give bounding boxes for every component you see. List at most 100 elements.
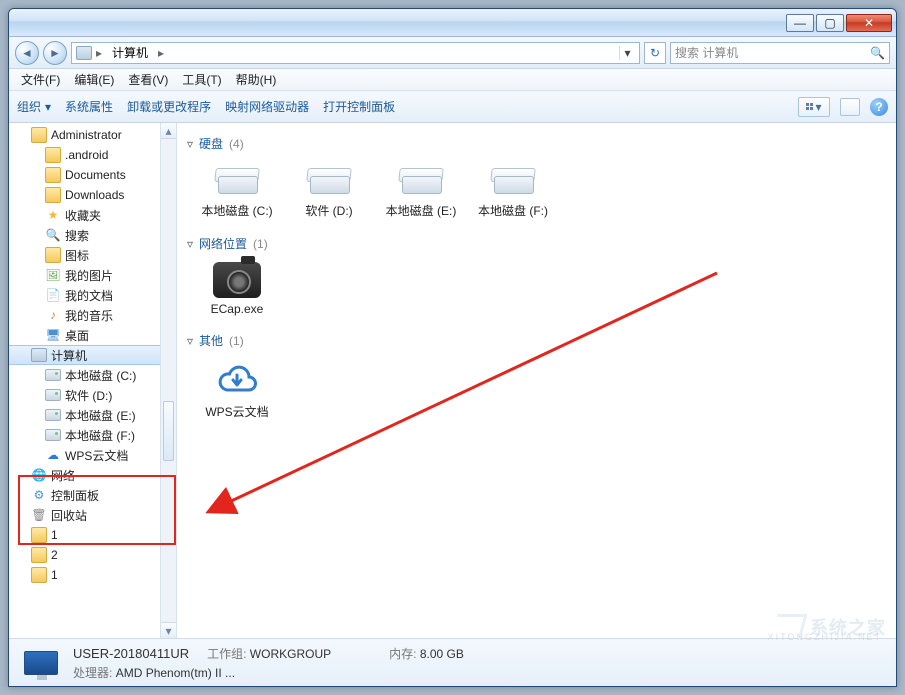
wps-cloud-item[interactable]: WPS云文档 (201, 359, 273, 420)
minimize-button[interactable]: — (786, 14, 814, 32)
item-label: 本地磁盘 (C:) (201, 202, 272, 219)
group-header-disks[interactable]: ▿ 硬盘 (4) (187, 135, 886, 152)
drive-c-item[interactable]: 本地磁盘 (C:) (201, 162, 273, 219)
tree-item-network[interactable]: 🌐网络 (9, 465, 160, 485)
status-memory-value: 8.00 GB (420, 647, 464, 661)
folder-icon (45, 167, 61, 183)
tree-item-drive-f[interactable]: 本地磁盘 (F:) (9, 425, 160, 445)
computer-icon (31, 348, 47, 362)
computer-icon (21, 645, 61, 681)
scroll-up-icon[interactable]: ▴ (161, 123, 176, 139)
documents-icon: 📄 (45, 287, 61, 303)
collapse-icon: ▿ (187, 237, 193, 251)
menu-edit[interactable]: 编辑(E) (68, 69, 120, 90)
map-drive-button[interactable]: 映射网络驱动器 (225, 98, 309, 115)
search-icon: 🔍 (870, 46, 885, 60)
organize-label: 组织 (17, 98, 41, 115)
recycle-bin-icon: 🗑 (31, 507, 47, 523)
breadcrumb-sep-icon: ▸ (158, 46, 164, 60)
group-header-other[interactable]: ▿ 其他 (1) (187, 332, 886, 349)
drive-e-item[interactable]: 本地磁盘 (E:) (385, 162, 457, 219)
tree-item-favorites[interactable]: ★收藏夹 (9, 205, 160, 225)
breadcrumb-computer[interactable]: 计算机 (106, 44, 154, 61)
system-properties-button[interactable]: 系统属性 (65, 98, 113, 115)
item-label: 本地磁盘 (F:) (478, 202, 548, 219)
navigation-pane: Administrator .android Documents Downloa… (9, 123, 177, 638)
tree-label: 计算机 (51, 347, 87, 364)
back-button[interactable]: ◄ (15, 41, 39, 65)
tree-item-downloads[interactable]: Downloads (9, 185, 160, 205)
collapse-icon: ▿ (187, 334, 193, 348)
tree-item-desktop[interactable]: 🖥桌面 (9, 325, 160, 345)
forward-button[interactable]: ► (43, 41, 67, 65)
folder-icon (31, 127, 47, 143)
status-bar: USER-20180411UR 工作组: WORKGROUP 内存: 8.00 … (9, 638, 896, 686)
tree-item-icons[interactable]: 图标 (9, 245, 160, 265)
folder-icon (31, 547, 47, 563)
open-control-panel-button[interactable]: 打开控制面板 (323, 98, 395, 115)
tree-label: Administrator (51, 128, 122, 142)
tree-item-recycle-bin[interactable]: 🗑回收站 (9, 505, 160, 525)
menu-file[interactable]: 文件(F) (15, 69, 66, 90)
status-cpu-value: AMD Phenom(tm) II ... (116, 666, 235, 680)
tree-item-computer[interactable]: 计算机 (9, 345, 160, 365)
item-label: 软件 (D:) (305, 202, 352, 219)
menu-help[interactable]: 帮助(H) (230, 69, 283, 90)
chevron-down-icon: ▾ (815, 100, 821, 114)
tree-item-admin[interactable]: Administrator (9, 125, 160, 145)
control-panel-icon: ⚙ (31, 487, 47, 503)
close-button[interactable]: ✕ (846, 14, 892, 32)
maximize-button[interactable]: ▢ (816, 14, 844, 32)
sidebar-scrollbar[interactable]: ▴ ▾ (160, 123, 176, 638)
tree-item-folder-1[interactable]: 1 (9, 525, 160, 545)
organize-button[interactable]: 组织 ▾ (17, 98, 51, 115)
tree-item-drive-c[interactable]: 本地磁盘 (C:) (9, 365, 160, 385)
content-pane: ▿ 硬盘 (4) 本地磁盘 (C:) 软件 (D:) 本地磁盘 (E:) (177, 123, 896, 638)
tree-item-wps[interactable]: ☁WPS云文档 (9, 445, 160, 465)
tree-item-music[interactable]: ♪我的音乐 (9, 305, 160, 325)
tree-item-pictures[interactable]: 🖼我的图片 (9, 265, 160, 285)
drive-icon (488, 162, 538, 198)
uninstall-button[interactable]: 卸载或更改程序 (127, 98, 211, 115)
tree-item-folder-1b[interactable]: 1 (9, 565, 160, 585)
tree-label: 回收站 (51, 507, 87, 524)
tree-item-documents[interactable]: Documents (9, 165, 160, 185)
search-input[interactable]: 搜索 计算机 🔍 (670, 42, 890, 64)
group-label: 硬盘 (199, 135, 223, 152)
tree-item-drive-e[interactable]: 本地磁盘 (E:) (9, 405, 160, 425)
tree-item-drive-d[interactable]: 软件 (D:) (9, 385, 160, 405)
address-dropdown[interactable]: ▾ (619, 46, 635, 60)
group-count: (1) (229, 334, 244, 348)
group-header-netloc[interactable]: ▿ 网络位置 (1) (187, 235, 886, 252)
drive-icon (45, 409, 61, 421)
tree-label: 桌面 (65, 327, 89, 344)
star-icon: ★ (45, 207, 61, 223)
item-label: ECap.exe (211, 302, 264, 316)
ecap-item[interactable]: ECap.exe (201, 262, 273, 316)
tree-label: 控制面板 (51, 487, 99, 504)
folder-icon (45, 147, 61, 163)
help-button[interactable]: ? (870, 98, 888, 116)
group-count: (4) (229, 137, 244, 151)
tree-label: 本地磁盘 (C:) (65, 367, 136, 384)
menu-view[interactable]: 查看(V) (122, 69, 174, 90)
drive-f-item[interactable]: 本地磁盘 (F:) (477, 162, 549, 219)
status-memory-label: 内存: (389, 647, 416, 661)
tree-item-android[interactable]: .android (9, 145, 160, 165)
drive-d-item[interactable]: 软件 (D:) (293, 162, 365, 219)
tree-item-control-panel[interactable]: ⚙控制面板 (9, 485, 160, 505)
address-bar[interactable]: ▸ 计算机 ▸ ▾ (71, 42, 640, 64)
tree-item-mydocs[interactable]: 📄我的文档 (9, 285, 160, 305)
preview-pane-button[interactable] (840, 98, 860, 116)
scroll-down-icon[interactable]: ▾ (161, 622, 176, 638)
menu-tools[interactable]: 工具(T) (176, 69, 227, 90)
refresh-button[interactable]: ↻ (644, 42, 666, 64)
folder-tree: Administrator .android Documents Downloa… (9, 123, 160, 587)
view-mode-button[interactable]: ▾ (798, 97, 830, 117)
item-label: 本地磁盘 (E:) (386, 202, 457, 219)
scroll-thumb[interactable] (163, 401, 174, 461)
tree-item-search[interactable]: 🔍搜索 (9, 225, 160, 245)
tree-label: Downloads (65, 188, 124, 202)
navigation-row: ◄ ► ▸ 计算机 ▸ ▾ ↻ 搜索 计算机 🔍 (9, 37, 896, 69)
tree-item-folder-2[interactable]: 2 (9, 545, 160, 565)
